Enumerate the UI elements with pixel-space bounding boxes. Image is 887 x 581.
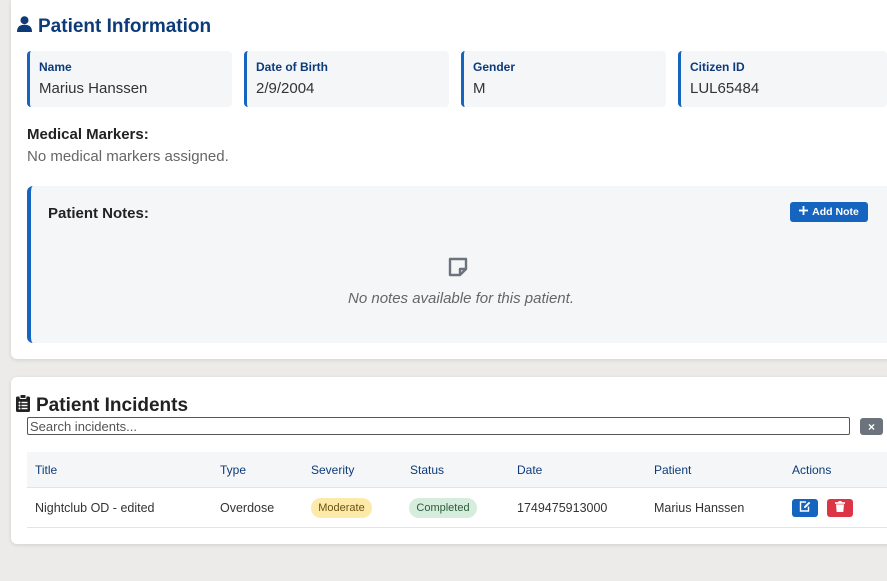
patient-notes-title: Patient Notes: <box>48 205 149 222</box>
name-field: Name Marius Hanssen <box>27 51 232 107</box>
column-header-status[interactable]: Status <box>410 463 444 477</box>
patient-incidents-title: Patient Incidents <box>36 395 189 416</box>
add-note-button[interactable]: Add Note <box>790 202 868 222</box>
citizen-id-value: LUL65484 <box>690 80 760 97</box>
gender-value: M <box>473 80 486 97</box>
column-header-severity[interactable]: Severity <box>311 463 354 477</box>
name-label: Name <box>39 60 72 74</box>
close-icon: × <box>867 419 875 434</box>
clipboard-list-icon <box>16 394 30 418</box>
user-icon <box>17 16 32 38</box>
patient-info-heading: Patient Information <box>17 16 211 38</box>
sticky-note-icon <box>447 256 469 283</box>
patient-info-title: Patient Information <box>38 16 212 37</box>
severity-badge: Moderate <box>311 498 372 518</box>
medical-markers-label: Medical Markers: <box>27 126 149 143</box>
gender-field: Gender M <box>461 51 666 107</box>
patient-notes-panel: Patient Notes: Add Note No notes availab… <box>27 186 887 343</box>
citizen-id-field: Citizen ID LUL65484 <box>678 51 887 107</box>
trash-icon <box>835 499 845 517</box>
gender-label: Gender <box>473 60 516 74</box>
plus-icon <box>799 206 809 218</box>
column-header-title[interactable]: Title <box>35 463 57 477</box>
patient-incidents-heading: Patient Incidents <box>16 394 188 418</box>
column-header-date[interactable]: Date <box>517 463 542 477</box>
incident-patient: Marius Hanssen <box>654 501 745 515</box>
incident-title: Nightclub OD - edited <box>35 501 155 515</box>
search-incidents-input[interactable] <box>27 417 850 435</box>
column-header-patient[interactable]: Patient <box>654 463 691 477</box>
citizen-id-label: Citizen ID <box>690 60 745 74</box>
medical-markers-empty: No medical markers assigned. <box>27 148 229 165</box>
dob-field: Date of Birth 2/9/2004 <box>244 51 449 107</box>
column-header-actions: Actions <box>792 463 832 477</box>
edit-icon <box>799 499 811 517</box>
notes-empty-message: No notes available for this patient. <box>348 290 574 307</box>
incident-date: 1749475913000 <box>517 501 608 515</box>
status-badge: Completed <box>409 498 477 518</box>
delete-incident-button[interactable] <box>827 499 853 517</box>
edit-incident-button[interactable] <box>792 499 818 517</box>
incident-type: Overdose <box>220 501 275 515</box>
clear-search-button[interactable]: × <box>860 418 883 435</box>
add-note-label: Add Note <box>812 206 859 218</box>
column-header-type[interactable]: Type <box>220 463 246 477</box>
dob-value: 2/9/2004 <box>256 80 315 97</box>
dob-label: Date of Birth <box>256 60 328 74</box>
name-value: Marius Hanssen <box>39 80 148 97</box>
table-row[interactable]: Nightclub OD - edited Overdose Moderate … <box>27 489 887 528</box>
incidents-table-header: Title Type Severity Status Date Patient … <box>27 452 887 488</box>
